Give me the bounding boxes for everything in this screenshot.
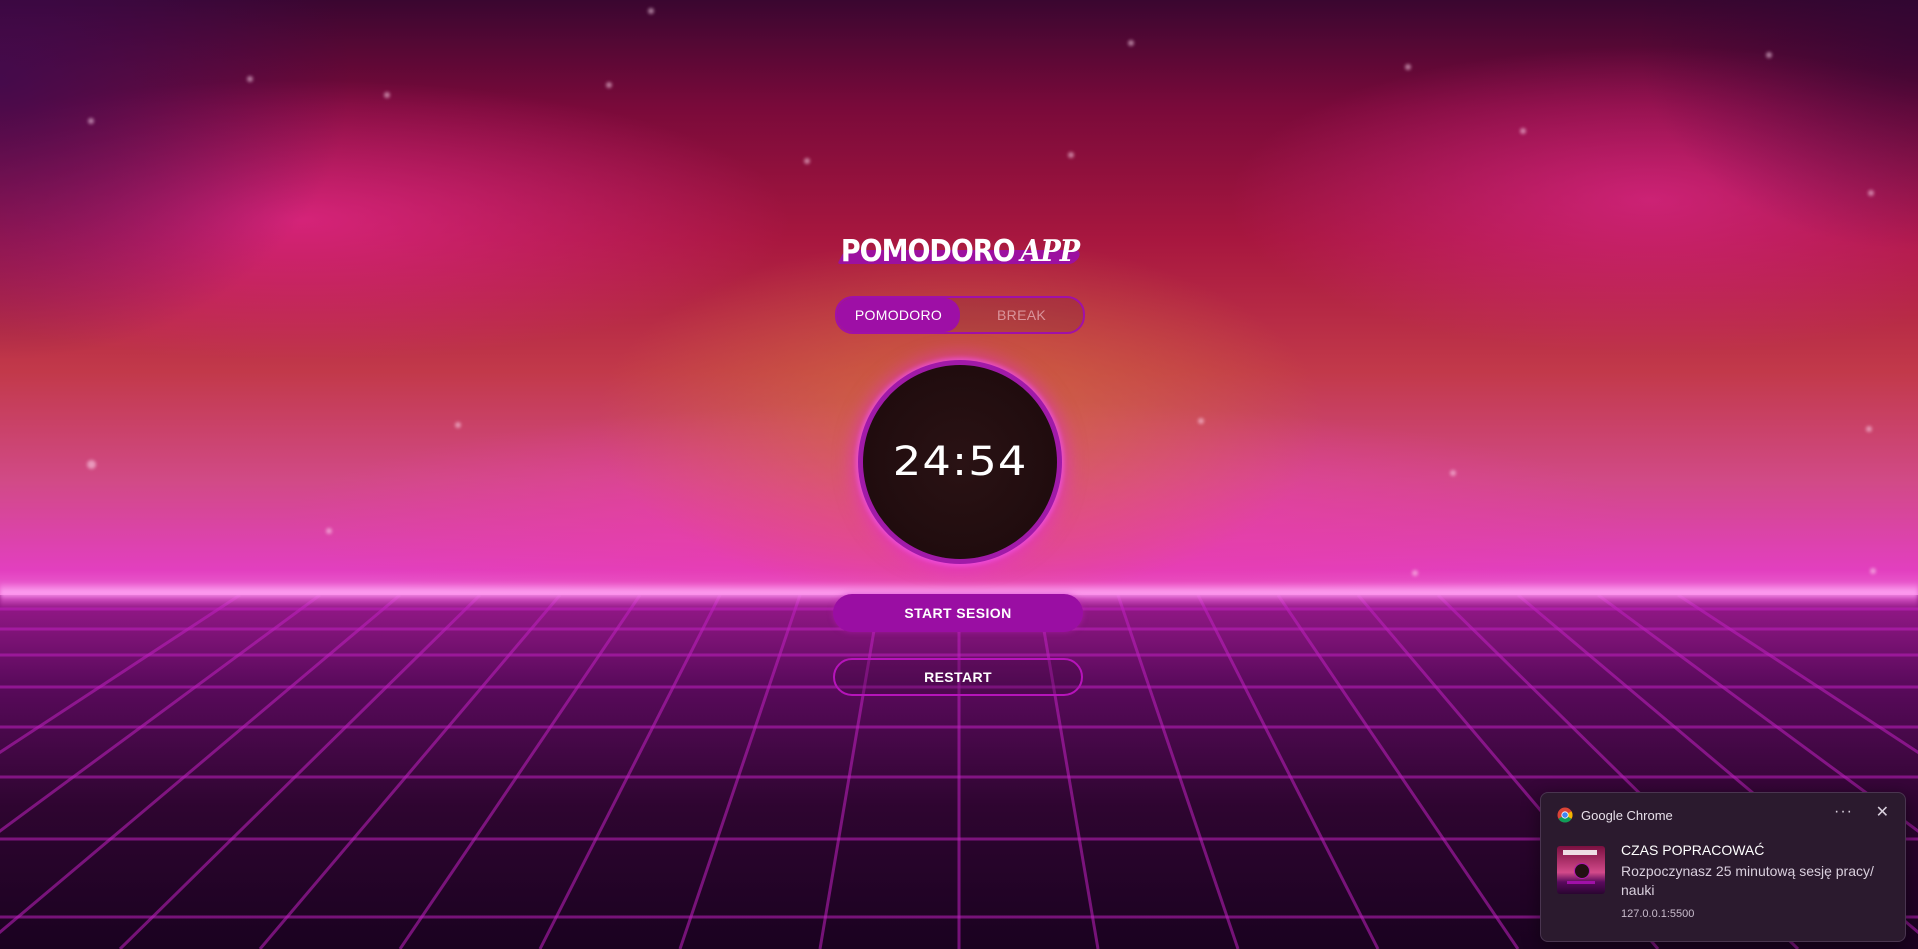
timer-display: 24:54 bbox=[892, 439, 1028, 485]
tab-break[interactable]: BREAK bbox=[960, 298, 1083, 332]
notification-header: Google Chrome bbox=[1557, 807, 1673, 823]
notification-body: CZAS POPRACOWAĆ Rozpoczynasz 25 minutową… bbox=[1621, 842, 1891, 920]
notification-message: Rozpoczynasz 25 minutową sesję pracy/ na… bbox=[1621, 863, 1874, 898]
timer-face: 24:54 bbox=[863, 365, 1057, 559]
more-horizontal-icon[interactable]: ··· bbox=[1834, 803, 1853, 821]
timer-ring: 24:54 bbox=[858, 360, 1062, 564]
chrome-notification[interactable]: Google Chrome ··· ✕ CZAS POPRACOWAĆ Rozp… bbox=[1540, 792, 1906, 942]
logo-text: POMODORO APP bbox=[835, 234, 1085, 269]
logo-accent: APP bbox=[1020, 234, 1081, 269]
chrome-icon bbox=[1557, 807, 1573, 823]
notification-origin: 127.0.0.1:5500 bbox=[1621, 908, 1695, 920]
app-logo: POMODORO APP bbox=[835, 230, 1085, 270]
logo-main: POMODORO bbox=[840, 234, 1016, 269]
pomodoro-app: POMODORO APP POMODORO BREAK 24:54 START S… bbox=[833, 230, 1085, 696]
close-icon[interactable]: ✕ bbox=[1876, 802, 1889, 822]
notification-thumbnail bbox=[1557, 846, 1605, 894]
notification-app-name: Google Chrome bbox=[1581, 807, 1673, 823]
notification-title: CZAS POPRACOWAĆ bbox=[1621, 842, 1765, 858]
tab-pomodoro[interactable]: POMODORO bbox=[837, 298, 960, 332]
mode-toggle: POMODORO BREAK bbox=[835, 296, 1085, 334]
start-session-button[interactable]: START SESION bbox=[833, 594, 1083, 632]
restart-button[interactable]: RESTART bbox=[833, 658, 1083, 696]
